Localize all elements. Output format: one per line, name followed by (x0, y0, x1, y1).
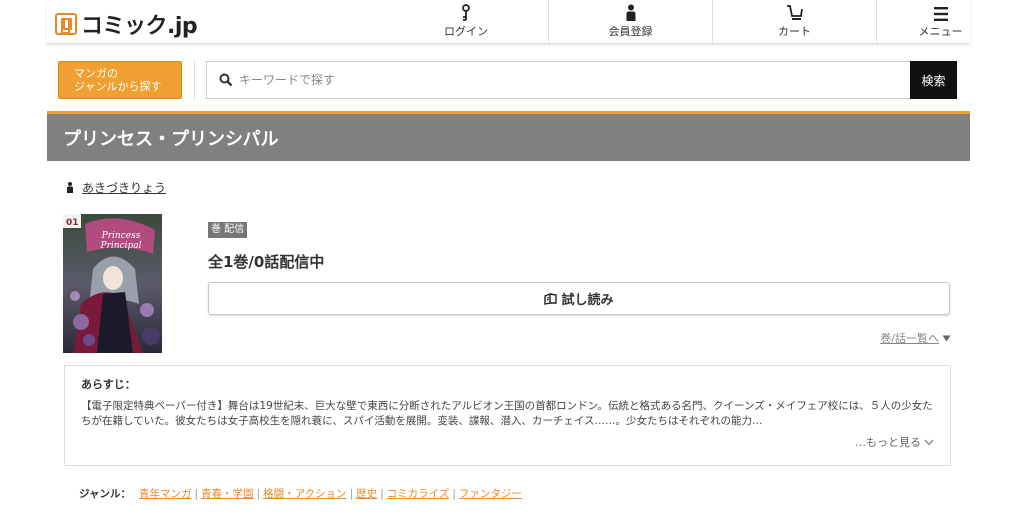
trial-read-label: 試し読み (561, 293, 614, 308)
genre-separator: | (452, 487, 456, 500)
synopsis-text: 【電子限定特典ペーパー付き】舞台は19世紀末、巨大な壁で東西に分断されたアルビオ… (81, 400, 933, 427)
key-icon (462, 4, 470, 21)
synopsis-box: あらすじ： 【電子限定特典ペーパー付き】舞台は19世紀末、巨大な壁で東西に分断さ… (64, 365, 951, 466)
chevron-down-icon (924, 439, 934, 446)
genre-separator: | (194, 487, 199, 500)
nav-register-label: 会員登録 (608, 25, 653, 38)
svg-text:01: 01 (66, 218, 79, 228)
cover-image[interactable]: 01 Princess Principal (63, 214, 162, 353)
menu-icon (933, 7, 948, 21)
trial-read-button[interactable]: 試し読み (208, 282, 950, 315)
page-title: プリンセス・プリンシパル (63, 128, 279, 150)
show-more-link[interactable]: …もっと見る (855, 434, 934, 450)
cover-illustration: 01 Princess Principal (63, 214, 162, 353)
genre-link[interactable]: 歴史 (356, 486, 377, 501)
svg-text:Princess: Princess (101, 231, 141, 241)
synopsis-heading: あらすじ： (81, 378, 136, 391)
nav-menu-label: メニュー (918, 25, 963, 38)
genre-button-line-2: ジャンルから探す (74, 80, 162, 93)
cart-icon (786, 5, 803, 20)
delivery-badge: 巻 配信 (208, 222, 248, 238)
site-logo[interactable]: コミック.jp (55, 8, 198, 40)
triangle-down-icon (942, 335, 951, 341)
genre-separator: | (349, 487, 354, 500)
nav-login-label: ログイン (444, 25, 488, 38)
author-link[interactable]: あきづきりょう (82, 179, 166, 196)
genre-link[interactable]: 格闘・アクション (263, 486, 346, 501)
genre-link[interactable]: 青春・学園 (201, 486, 254, 501)
nav-register[interactable]: 会員登録 (548, 0, 712, 44)
genre-separator: | (380, 487, 384, 500)
nav-cart[interactable]: カート (712, 0, 876, 44)
person-icon (67, 182, 73, 193)
genre-row: ジャンル： 青年マンガ | 青春・学園 | 格闘・アクション | 歴史 | コミ… (79, 486, 522, 501)
genre-link[interactable]: コミカライズ (387, 486, 450, 501)
logo-book-icon (55, 13, 77, 35)
genre-label: ジャンル： (79, 488, 131, 500)
nav-login[interactable]: ログイン (384, 0, 548, 44)
nav-cart-label: カート (778, 25, 811, 38)
search-input[interactable] (239, 73, 879, 87)
genre-separator: | (256, 487, 261, 500)
search-button[interactable]: 検索 (910, 61, 957, 99)
genre-link[interactable]: 青年マンガ (139, 486, 192, 501)
book-open-icon (544, 292, 558, 305)
genre-link[interactable]: ファンタジー (459, 486, 522, 501)
show-more-label: …もっと見る (855, 436, 921, 449)
author-row: あきづきりょう (66, 179, 166, 196)
search-divider (194, 60, 195, 100)
volume-count: 全1巻/0話配信中 (208, 253, 325, 271)
search-icon (219, 73, 233, 87)
person-icon (626, 4, 635, 21)
header-nav: ログイン 会員登録 カート メニュー (384, 0, 1004, 44)
logo-text: コミック.jp (81, 14, 198, 39)
title-bar: プリンセス・プリンシパル (47, 111, 970, 161)
nav-menu[interactable]: メニュー (876, 0, 1004, 44)
genre-search-button[interactable]: マンガの ジャンルから探す (58, 61, 182, 99)
episode-list-link[interactable]: 巻/話一覧へ (880, 330, 951, 346)
search-box[interactable] (206, 61, 910, 99)
site-header: コミック.jp ログイン 会員登録 カート メニュー (47, 0, 970, 44)
genre-button-line-1: マンガの (74, 67, 118, 80)
episode-list-label: 巻/話一覧へ (880, 332, 939, 345)
svg-text:Principal: Principal (100, 241, 142, 251)
